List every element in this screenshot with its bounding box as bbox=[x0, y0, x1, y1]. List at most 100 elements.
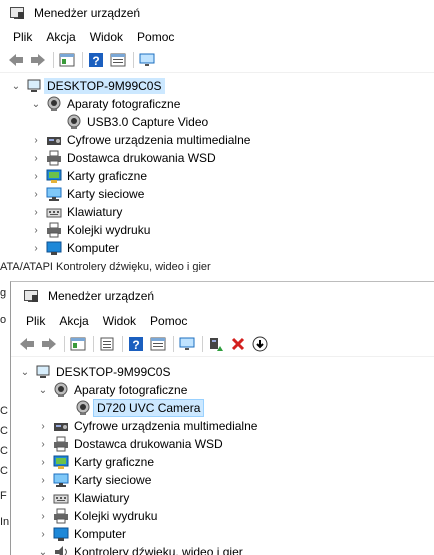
menu-action[interactable]: Akcja bbox=[52, 314, 95, 328]
tree-item-label: Aparaty fotograficzne bbox=[67, 97, 181, 111]
menu-view[interactable]: Widok bbox=[83, 30, 130, 44]
uninstall-device-button[interactable] bbox=[228, 335, 248, 353]
tree-item-label: Komputer bbox=[67, 241, 120, 255]
print-queue-icon bbox=[53, 508, 69, 524]
show-hide-console-tree-button[interactable] bbox=[68, 335, 88, 353]
properties-button[interactable] bbox=[148, 335, 168, 353]
menu-help[interactable]: Pomoc bbox=[130, 30, 181, 44]
chevron-down-icon[interactable]: ⌄ bbox=[37, 384, 49, 396]
tree-item-media[interactable]: › Cyfrowe urządzenia multimedialne bbox=[30, 131, 250, 149]
export-list-button[interactable] bbox=[97, 335, 117, 353]
computer-icon bbox=[46, 240, 62, 256]
chevron-down-icon[interactable]: ⌄ bbox=[30, 98, 42, 110]
chevron-right-icon[interactable]: › bbox=[37, 456, 49, 468]
chevron-right-icon[interactable]: › bbox=[30, 224, 42, 236]
display-adapter-icon bbox=[46, 168, 62, 184]
keyboard-icon bbox=[46, 204, 62, 220]
forward-button[interactable] bbox=[39, 335, 59, 353]
delete-x-icon bbox=[231, 337, 245, 351]
tree-item-print-queues[interactable]: › Kolejki wydruku bbox=[37, 507, 157, 525]
chevron-right-icon[interactable]: › bbox=[30, 134, 42, 146]
back-button[interactable] bbox=[17, 335, 37, 353]
list-icon bbox=[100, 337, 114, 351]
tree-item-label: Aparaty fotograficzne bbox=[74, 383, 188, 397]
menu-view[interactable]: Widok bbox=[96, 314, 143, 328]
menu-file[interactable]: Plik bbox=[6, 30, 39, 44]
chevron-down-icon[interactable]: ⌄ bbox=[10, 80, 22, 92]
tree-item-network-adapters[interactable]: › Karty sieciowe bbox=[30, 185, 144, 203]
arrow-right-icon bbox=[31, 54, 45, 66]
tree-item-print-queues[interactable]: › Kolejki wydruku bbox=[30, 221, 150, 239]
tree-root[interactable]: ⌄ DESKTOP-9M99C0S bbox=[19, 363, 171, 381]
background-fragment-text: C bbox=[0, 465, 8, 477]
tree-item-cameras[interactable]: ⌄ Aparaty fotograficzne bbox=[37, 381, 187, 399]
scan-hardware-button[interactable] bbox=[177, 335, 197, 353]
chevron-down-icon[interactable]: ⌄ bbox=[19, 366, 31, 378]
tree-item-label: Komputer bbox=[74, 527, 127, 541]
chevron-right-icon[interactable]: › bbox=[37, 420, 49, 432]
title-bar[interactable]: Menedżer urządzeń bbox=[11, 282, 434, 310]
tree-item-label: Klawiatury bbox=[67, 205, 123, 219]
tree-item-label: Dostawca drukowania WSD bbox=[67, 151, 216, 165]
tree-item-label: Karty sieciowe bbox=[67, 187, 145, 201]
scan-hardware-button[interactable] bbox=[137, 51, 157, 69]
menu-help[interactable]: Pomoc bbox=[143, 314, 194, 328]
forward-button[interactable] bbox=[28, 51, 48, 69]
title-bar[interactable]: Menedżer urządzeń bbox=[0, 0, 434, 26]
tree-item-label: Dostawca drukowania WSD bbox=[74, 437, 223, 451]
tree-device-usb-capture[interactable]: USB3.0 Capture Video bbox=[66, 113, 208, 131]
printer-icon bbox=[53, 436, 69, 452]
back-button[interactable] bbox=[6, 51, 26, 69]
chevron-right-icon[interactable]: › bbox=[30, 188, 42, 200]
tree-item-display-adapters[interactable]: › Karty graficzne bbox=[30, 167, 147, 185]
tree-item-computer[interactable]: › Komputer bbox=[37, 525, 126, 543]
chevron-right-icon[interactable]: › bbox=[30, 242, 42, 254]
monitor-icon bbox=[139, 53, 155, 66]
keyboard-icon bbox=[53, 490, 69, 506]
tree-item-computer[interactable]: › Komputer bbox=[30, 239, 119, 257]
tree-item-sound-controllers[interactable]: ⌄ Kontrolery dźwięku, wideo i gier bbox=[37, 543, 243, 555]
svg-text:?: ? bbox=[132, 338, 139, 352]
tree-item-keyboards[interactable]: › Klawiatury bbox=[37, 489, 129, 507]
toolbar-separator bbox=[82, 52, 83, 68]
help-icon: ? bbox=[89, 53, 103, 68]
help-button[interactable]: ? bbox=[86, 51, 106, 69]
tree-item-media[interactable]: › Cyfrowe urządzenia multimedialne bbox=[37, 417, 257, 435]
tree-item-wsd-print[interactable]: › Dostawca drukowania WSD bbox=[37, 435, 223, 453]
chevron-right-icon[interactable]: › bbox=[30, 170, 42, 182]
toolbar-separator bbox=[202, 336, 203, 352]
tree-item-wsd-print[interactable]: › Dostawca drukowania WSD bbox=[30, 149, 216, 167]
toolbar-separator bbox=[173, 336, 174, 352]
help-icon: ? bbox=[129, 337, 143, 352]
chevron-right-icon[interactable]: › bbox=[37, 528, 49, 540]
update-driver-button[interactable] bbox=[206, 335, 226, 353]
tree-item-cameras[interactable]: ⌄ Aparaty fotograficzne bbox=[30, 95, 180, 113]
menu-action[interactable]: Akcja bbox=[39, 30, 82, 44]
chevron-right-icon[interactable]: › bbox=[37, 492, 49, 504]
chevron-right-icon[interactable]: › bbox=[37, 474, 49, 486]
device-manager-window-1: Menedżer urządzeń Plik Akcja Widok Pomoc… bbox=[0, 0, 434, 275]
tree-item-network-adapters[interactable]: › Karty sieciowe bbox=[37, 471, 151, 489]
tree-item-label: Karty graficzne bbox=[74, 455, 155, 469]
arrow-left-icon bbox=[9, 54, 23, 66]
disable-device-button[interactable] bbox=[250, 335, 270, 353]
chevron-right-icon[interactable]: › bbox=[30, 152, 42, 164]
menu-file[interactable]: Plik bbox=[19, 314, 52, 328]
tree-item-display-adapters[interactable]: › Karty graficzne bbox=[37, 453, 154, 471]
camera-icon bbox=[53, 382, 69, 398]
computer-icon bbox=[35, 364, 51, 380]
properties-button[interactable] bbox=[108, 51, 128, 69]
background-fragment-text: C bbox=[0, 405, 8, 417]
chevron-right-icon[interactable]: › bbox=[30, 206, 42, 218]
show-hide-console-tree-button[interactable] bbox=[57, 51, 77, 69]
properties-icon bbox=[150, 337, 166, 351]
chevron-right-icon[interactable]: › bbox=[37, 510, 49, 522]
tree-item-keyboards[interactable]: › Klawiatury bbox=[30, 203, 122, 221]
tree-root[interactable]: ⌄ DESKTOP-9M99C0S bbox=[10, 77, 165, 95]
chevron-right-icon[interactable]: › bbox=[37, 438, 49, 450]
tree-device-d720-camera[interactable]: D720 UVC Camera bbox=[75, 399, 205, 417]
arrow-left-icon bbox=[20, 338, 34, 350]
tree-item-label: Karty sieciowe bbox=[74, 473, 152, 487]
window-title: Menedżer urządzeń bbox=[34, 6, 141, 20]
help-button[interactable]: ? bbox=[126, 335, 146, 353]
